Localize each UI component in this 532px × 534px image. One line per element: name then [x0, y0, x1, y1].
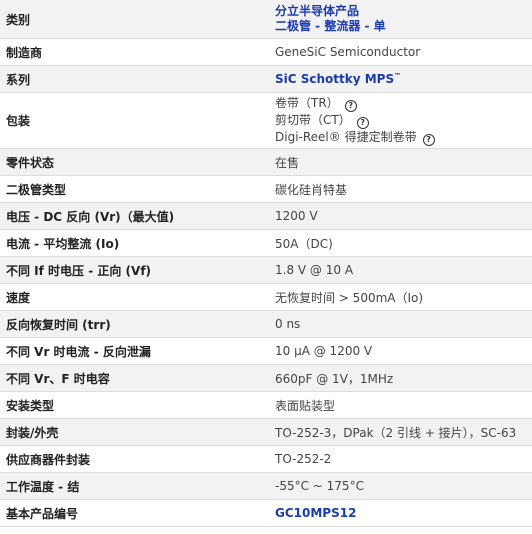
category-label: 类别	[0, 0, 266, 39]
attribute-row: 工作温度 - 结 -55°C ~ 175°C	[0, 472, 532, 500]
category-row: 类别 分立半导体产品 二极管 - 整流器 - 单	[0, 0, 532, 39]
attribute-label: 不同 Vr、F 时电容	[0, 364, 266, 392]
attribute-label: 零件状态	[0, 148, 266, 176]
attribute-row: 不同 Vr、F 时电容 660pF @ 1V，1MHz	[0, 364, 532, 392]
attribute-label: 反向恢复时间 (trr)	[0, 310, 266, 338]
attribute-row: 反向恢复时间 (trr) 0 ns	[0, 310, 532, 338]
base-part-row: 基本产品编号 GC10MPS12	[0, 499, 532, 527]
attribute-label: 电流 - 平均整流 (Io)	[0, 229, 266, 257]
help-icon[interactable]: ?	[356, 117, 369, 129]
attribute-value: 在售	[266, 148, 532, 176]
attribute-value: 660pF @ 1V，1MHz	[266, 364, 532, 392]
series-link-text: SiC Schottky MPS	[275, 72, 395, 86]
series-label: 系列	[0, 65, 266, 93]
attribute-value: 无恢复时间 > 500mA（Io)	[266, 283, 532, 311]
attribute-row: 零件状态 在售	[0, 148, 532, 176]
attribute-value: 10 µA @ 1200 V	[266, 337, 532, 365]
attribute-row: 电压 - DC 反向 (Vr)（最大值) 1200 V	[0, 202, 532, 230]
manufacturer-label: 制造商	[0, 38, 266, 66]
attribute-label: 不同 If 时电压 - 正向 (Vf)	[0, 256, 266, 284]
attribute-row: 电流 - 平均整流 (Io) 50A（DC)	[0, 229, 532, 257]
attribute-label: 电压 - DC 反向 (Vr)（最大值)	[0, 202, 266, 230]
attribute-label: 不同 Vr 时电流 - 反向泄漏	[0, 337, 266, 365]
base-part-label: 基本产品编号	[0, 499, 266, 527]
packaging-row: 包装 卷带（TR）? 剪切带（CT）? Digi-Reel® 得捷定制卷带?	[0, 92, 532, 149]
manufacturer-value: GeneSiC Semiconductor	[266, 38, 532, 66]
category-link-discrete[interactable]: 分立半导体产品	[275, 4, 359, 18]
series-value: SiC Schottky MPS™	[266, 65, 532, 93]
base-part-link[interactable]: GC10MPS12	[275, 506, 356, 520]
attribute-value: -55°C ~ 175°C	[266, 472, 532, 500]
attribute-value: 表面贴装型	[266, 391, 532, 419]
manufacturer-row: 制造商 GeneSiC Semiconductor	[0, 38, 532, 66]
attribute-label: 安装类型	[0, 391, 266, 419]
packaging-option-label: 剪切带（CT）	[275, 113, 351, 127]
attribute-row: 封装/外壳 TO-252-3，DPak（2 引线 + 接片），SC-63	[0, 418, 532, 446]
attribute-row: 不同 Vr 时电流 - 反向泄漏 10 µA @ 1200 V	[0, 337, 532, 365]
attribute-label: 二极管类型	[0, 175, 266, 203]
trademark-sup: ™	[394, 72, 402, 80]
attribute-row: 速度 无恢复时间 > 500mA（Io)	[0, 283, 532, 311]
attribute-row: 二极管类型 碳化硅肖特基	[0, 175, 532, 203]
attribute-label: 工作温度 - 结	[0, 472, 266, 500]
packaging-option-label: Digi-Reel® 得捷定制卷带	[275, 130, 417, 144]
help-icon[interactable]: ?	[422, 134, 435, 146]
series-link[interactable]: SiC Schottky MPS™	[275, 72, 401, 86]
attribute-value: 1200 V	[266, 202, 532, 230]
packaging-option-label: 卷带（TR）	[275, 96, 339, 110]
attribute-value: 1.8 V @ 10 A	[266, 256, 532, 284]
packaging-option-digireel: Digi-Reel® 得捷定制卷带?	[275, 129, 532, 146]
attribute-row: 供应商器件封装 TO-252-2	[0, 445, 532, 473]
attribute-value: 0 ns	[266, 310, 532, 338]
category-link-rectifiers[interactable]: 二极管 - 整流器 - 单	[275, 19, 386, 33]
attribute-label: 速度	[0, 283, 266, 311]
product-attributes-table: 类别 分立半导体产品 二极管 - 整流器 - 单 制造商 GeneSiC Sem…	[0, 0, 532, 527]
attribute-label: 供应商器件封装	[0, 445, 266, 473]
series-row: 系列 SiC Schottky MPS™	[0, 65, 532, 93]
attribute-value: TO-252-2	[266, 445, 532, 473]
attribute-row: 安装类型 表面贴装型	[0, 391, 532, 419]
packaging-label: 包装	[0, 92, 266, 149]
help-icon[interactable]: ?	[344, 100, 357, 112]
packaging-option-ct: 剪切带（CT）?	[275, 112, 532, 129]
category-links: 分立半导体产品 二极管 - 整流器 - 单	[266, 0, 532, 39]
packaging-options: 卷带（TR）? 剪切带（CT）? Digi-Reel® 得捷定制卷带?	[266, 92, 532, 149]
base-part-value: GC10MPS12	[266, 499, 532, 527]
packaging-option-tr: 卷带（TR）?	[275, 95, 532, 112]
attribute-value: 50A（DC)	[266, 229, 532, 257]
attribute-row: 不同 If 时电压 - 正向 (Vf) 1.8 V @ 10 A	[0, 256, 532, 284]
attribute-label: 封装/外壳	[0, 418, 266, 446]
attribute-value: TO-252-3，DPak（2 引线 + 接片），SC-63	[266, 418, 532, 446]
attribute-value: 碳化硅肖特基	[266, 175, 532, 203]
